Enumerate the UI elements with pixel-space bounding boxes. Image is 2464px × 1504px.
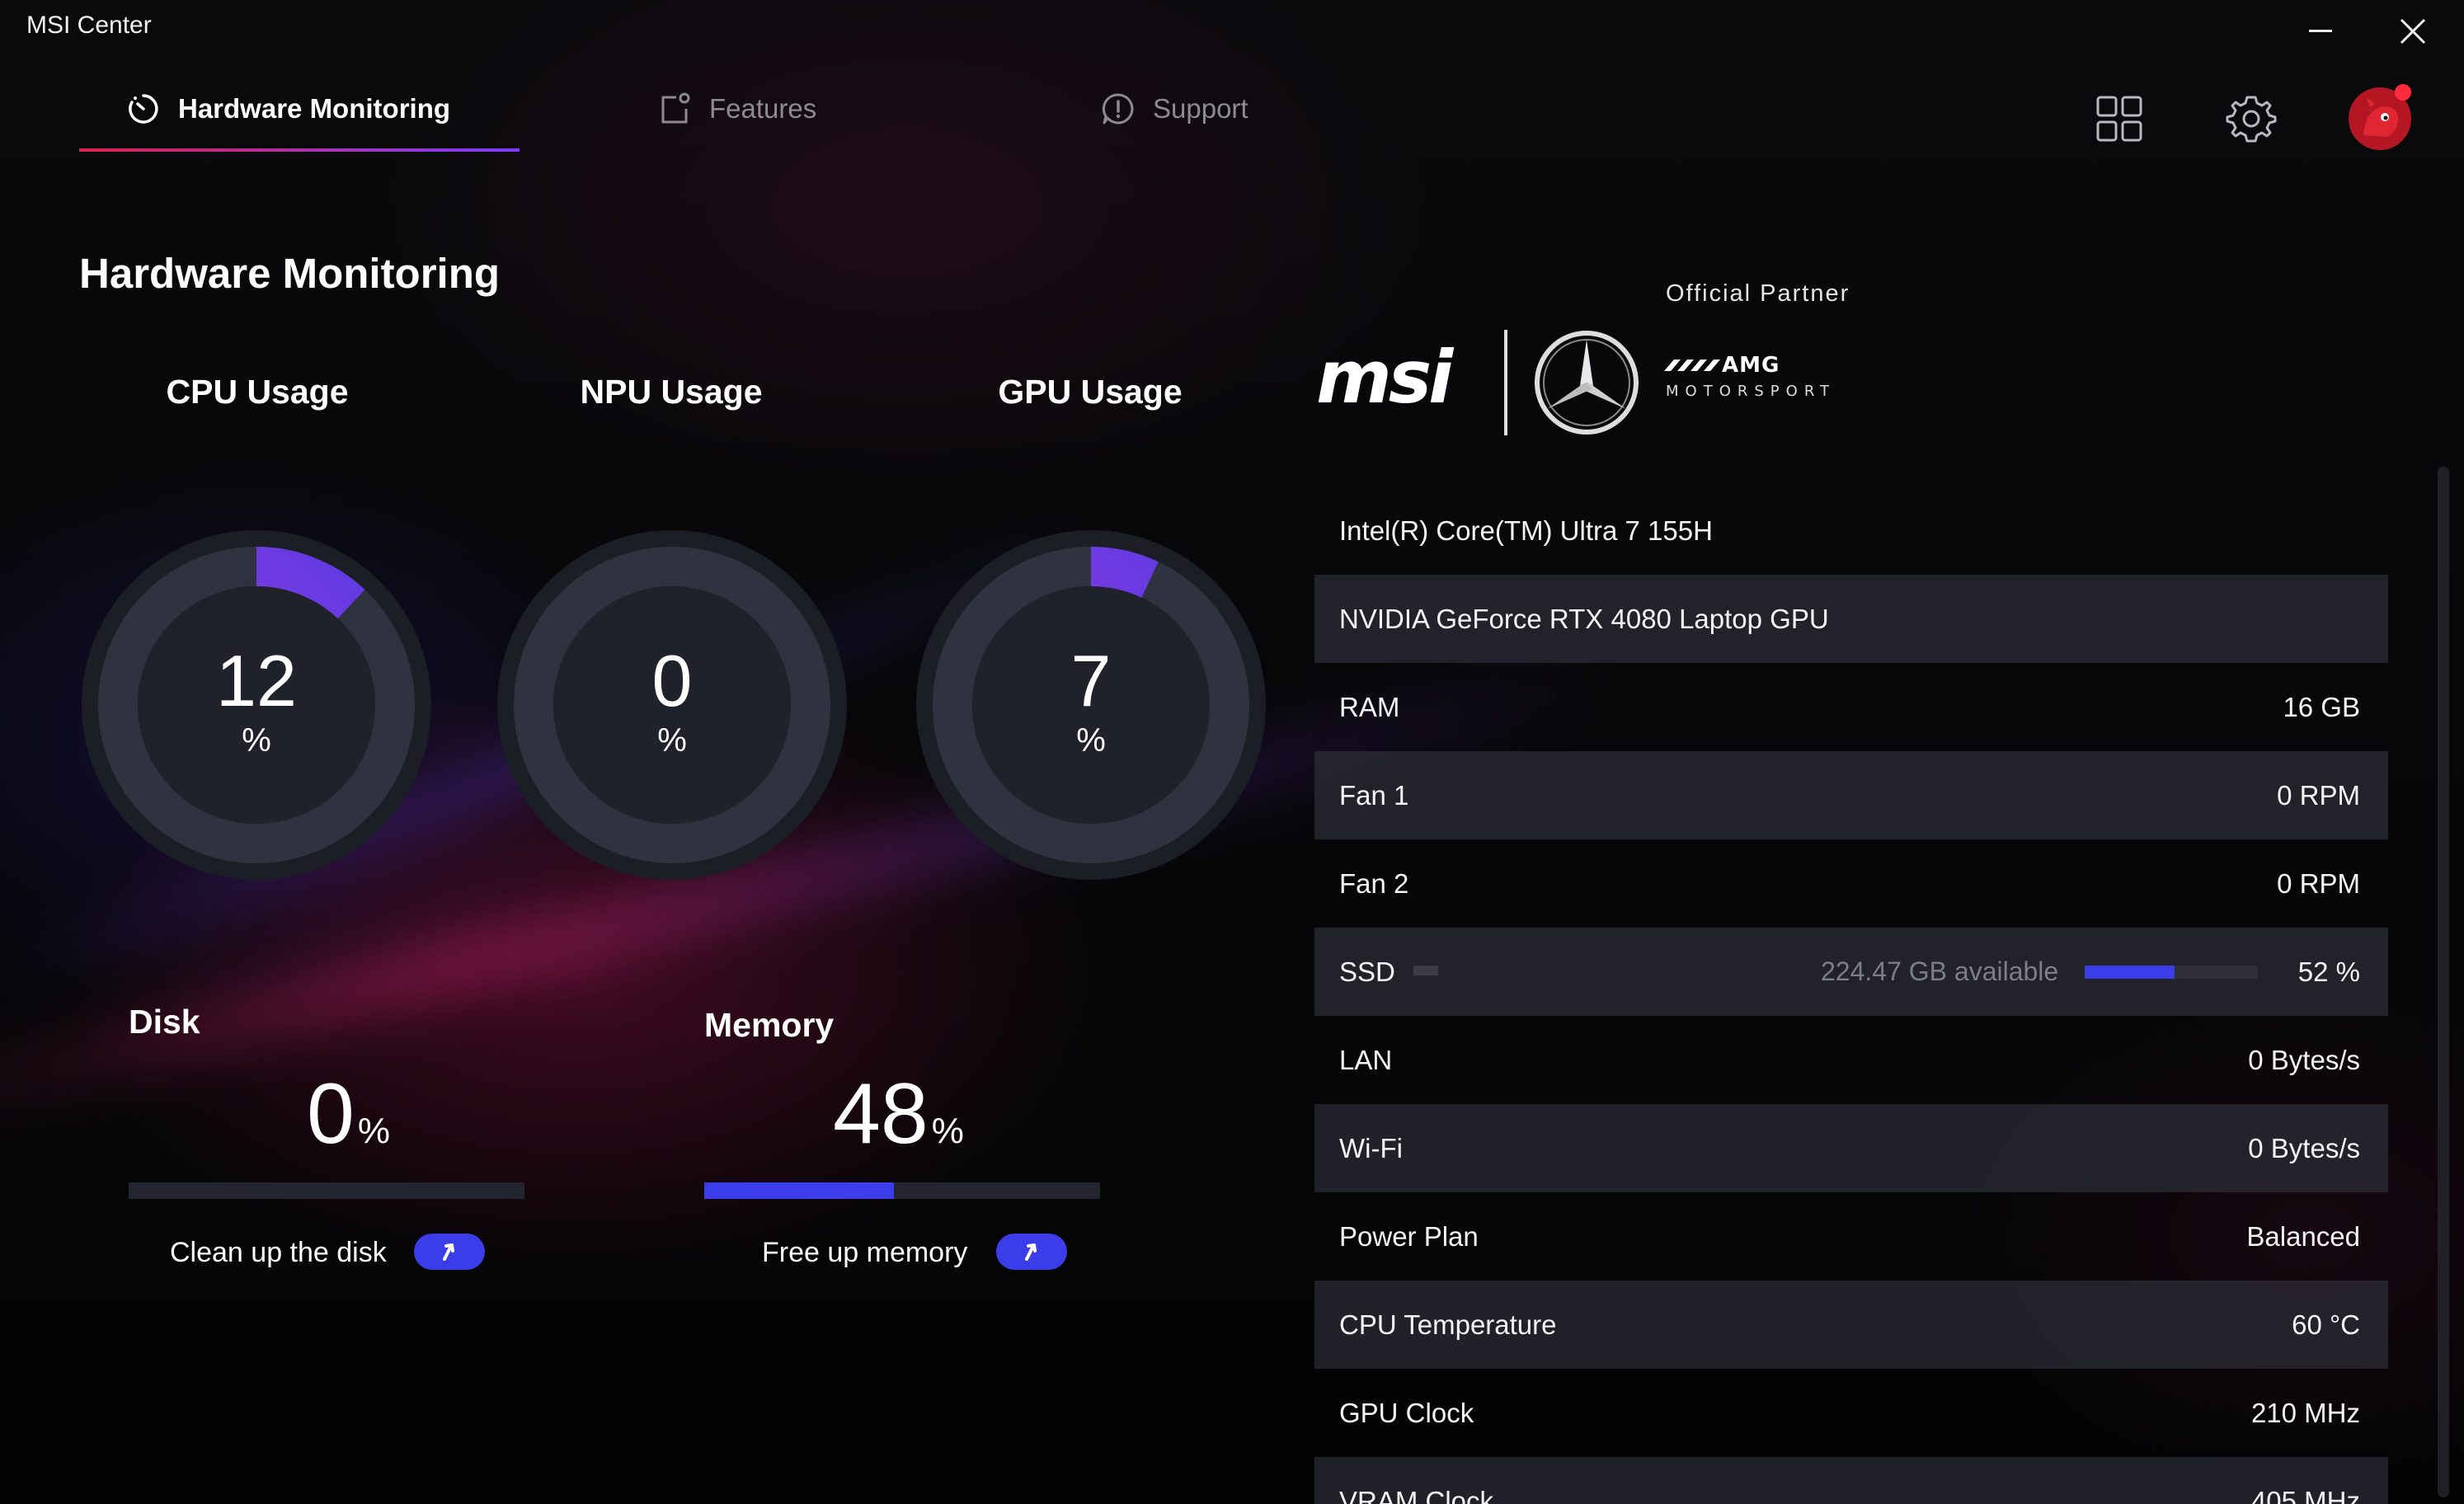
gauge-value: 12 bbox=[216, 640, 297, 721]
logo-divider bbox=[1504, 330, 1507, 435]
spec-value: 210 MHz bbox=[2250, 1397, 2360, 1428]
gpu-usage-gauge: 7 % bbox=[914, 528, 1268, 882]
spec-row-power-plan: Power Plan Balanced bbox=[1314, 1192, 2388, 1281]
memory-usage-bar bbox=[704, 1182, 1100, 1199]
spec-label: GPU Clock bbox=[1339, 1397, 1474, 1428]
gauge-value: 0 bbox=[651, 640, 693, 721]
msi-logo: msi bbox=[1316, 335, 1458, 420]
refresh-icon bbox=[129, 94, 158, 124]
spec-value: 405 MHz bbox=[2250, 1485, 2360, 1504]
features-icon bbox=[661, 92, 690, 124]
clean-disk-label: Clean up the disk bbox=[170, 1237, 387, 1268]
clean-disk-button[interactable] bbox=[414, 1234, 485, 1270]
ssd-usage-bar bbox=[2085, 965, 2259, 979]
free-memory-button[interactable] bbox=[996, 1234, 1067, 1270]
hardware-spec-list: Intel(R) Core(TM) Ultra 7 155H NVIDIA Ge… bbox=[1314, 486, 2388, 1504]
memory-label: Memory bbox=[704, 1006, 835, 1044]
disk-label: Disk bbox=[129, 1003, 200, 1041]
spec-row-ram: RAM 16 GB bbox=[1314, 663, 2388, 751]
support-icon bbox=[1102, 93, 1134, 125]
spec-row-lan: LAN 0 Bytes/s bbox=[1314, 1016, 2388, 1104]
svg-text:AMG: AMG bbox=[1722, 353, 1780, 378]
spec-row-fan-1: Fan 1 0 RPM bbox=[1314, 751, 2388, 839]
tab-hardware-monitoring[interactable]: Hardware Monitoring bbox=[125, 82, 450, 135]
tab-features[interactable]: Features bbox=[656, 82, 816, 135]
npu-usage-gauge: 0 % bbox=[495, 528, 849, 882]
page-title: Hardware Monitoring bbox=[79, 250, 501, 297]
disk-value-unit: % bbox=[357, 1111, 390, 1151]
svg-text:msi: msi bbox=[1316, 335, 1455, 420]
gauge-value: 7 bbox=[1070, 640, 1112, 721]
spec-label: RAM bbox=[1339, 691, 1400, 722]
title-bar: MSI Center bbox=[0, 0, 2464, 53]
spec-value: 16 GB bbox=[2283, 691, 2360, 722]
grid-icon[interactable] bbox=[2093, 92, 2146, 145]
gpu-usage-label: GPU Usage bbox=[998, 373, 1183, 411]
ssd-drive-indicator bbox=[1413, 966, 1438, 975]
memory-value-number: 48 bbox=[833, 1066, 929, 1162]
ssd-capacity: 224.47 GB available bbox=[1821, 928, 2259, 1016]
tab-label: Hardware Monitoring bbox=[178, 93, 451, 124]
spec-value: 0 RPM bbox=[2277, 867, 2360, 899]
amg-motorsport-logo: AMG MOTORSPORT bbox=[1664, 353, 1836, 400]
tab-support[interactable]: Support bbox=[1100, 82, 1248, 135]
close-icon[interactable] bbox=[2396, 15, 2429, 48]
official-partner-label: Official Partner bbox=[1666, 280, 1850, 307]
free-memory-label: Free up memory bbox=[762, 1237, 968, 1268]
spec-label: Intel(R) Core(TM) Ultra 7 155H bbox=[1339, 515, 1713, 546]
spec-row-fan-2: Fan 2 0 RPM bbox=[1314, 839, 2388, 928]
spec-label: NVIDIA GeForce RTX 4080 Laptop GPU bbox=[1339, 603, 1829, 634]
gauge-unit: % bbox=[657, 722, 687, 759]
spec-row-vram-clock: VRAM Clock 405 MHz bbox=[1314, 1457, 2388, 1504]
msi-center-window: MSI Center Hardware Monitoring Features … bbox=[0, 0, 2464, 1504]
spec-label: CPU Temperature bbox=[1339, 1309, 1557, 1340]
spec-label: Fan 2 bbox=[1339, 867, 1409, 899]
disk-usage-bar bbox=[129, 1182, 524, 1199]
tab-label: Features bbox=[709, 93, 817, 124]
spec-value: 0 RPM bbox=[2277, 779, 2360, 811]
memory-usage-bar-fill bbox=[704, 1182, 895, 1199]
active-tab-indicator bbox=[79, 148, 520, 152]
spec-label: SSD bbox=[1339, 956, 1395, 987]
app-title: MSI Center bbox=[26, 12, 152, 39]
spec-label: Fan 1 bbox=[1339, 779, 1409, 811]
memory-usage-value: 48% bbox=[833, 1069, 964, 1177]
minimize-icon[interactable] bbox=[2309, 30, 2332, 32]
boost-arrow-icon bbox=[1025, 1243, 1037, 1261]
partner-logos: msi AMG MOTORSPORT bbox=[1316, 330, 1836, 435]
spec-row-gpu-clock: GPU Clock 210 MHz bbox=[1314, 1369, 2388, 1457]
spec-label: VRAM Clock bbox=[1339, 1485, 1494, 1504]
gear-icon[interactable] bbox=[2225, 92, 2278, 145]
memory-value-unit: % bbox=[931, 1111, 964, 1151]
tab-label: Support bbox=[1153, 93, 1248, 124]
ssd-usage-bar-fill bbox=[2085, 965, 2175, 979]
spec-row-ssd: SSD 224.47 GB available 52 % bbox=[1314, 928, 2388, 1016]
npu-usage-label: NPU Usage bbox=[580, 373, 763, 411]
spec-value: 0 Bytes/s bbox=[2248, 1044, 2360, 1075]
spec-row-cpu-temperature: CPU Temperature 60 °C bbox=[1314, 1281, 2388, 1369]
svg-text:MOTORSPORT: MOTORSPORT bbox=[1666, 383, 1836, 400]
spec-value: 52 % bbox=[2297, 956, 2360, 987]
boost-arrow-icon bbox=[443, 1243, 454, 1261]
ssd-available-text: 224.47 GB available bbox=[1821, 956, 2059, 986]
spec-row-wifi: Wi-Fi 0 Bytes/s bbox=[1314, 1104, 2388, 1192]
spec-label: Wi-Fi bbox=[1339, 1132, 1403, 1163]
mercedes-star-logo bbox=[1535, 331, 1639, 435]
spec-value: Balanced bbox=[2246, 1220, 2360, 1252]
spec-label: LAN bbox=[1339, 1044, 1393, 1075]
spec-list-scrollbar[interactable] bbox=[2438, 467, 2449, 1497]
spec-value: 0 Bytes/s bbox=[2248, 1132, 2360, 1163]
disk-value-number: 0 bbox=[307, 1066, 355, 1162]
spec-row-gpu: NVIDIA GeForce RTX 4080 Laptop GPU bbox=[1314, 575, 2388, 663]
spec-value: 60 °C bbox=[2292, 1309, 2360, 1340]
notification-dot bbox=[2395, 84, 2411, 101]
spec-row-cpu: Intel(R) Core(TM) Ultra 7 155H bbox=[1314, 486, 2388, 575]
cpu-usage-gauge: 12 % bbox=[79, 528, 434, 882]
cpu-usage-label: CPU Usage bbox=[166, 373, 349, 411]
gauge-unit: % bbox=[242, 722, 271, 759]
spec-label: Power Plan bbox=[1339, 1220, 1479, 1252]
disk-usage-value: 0% bbox=[307, 1069, 390, 1177]
gauge-unit: % bbox=[1076, 722, 1106, 759]
